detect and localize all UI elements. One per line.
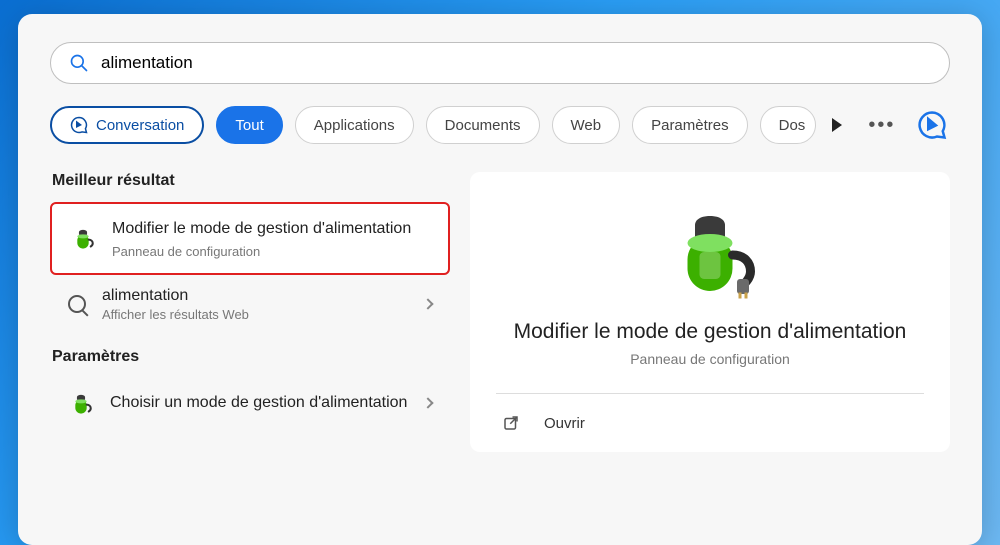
settings-header: Paramètres	[52, 348, 450, 366]
best-result-header: Meilleur résultat	[52, 172, 450, 190]
battery-large-icon	[662, 204, 758, 300]
search-box[interactable]	[50, 42, 950, 84]
best-result-title: Modifier le mode de gestion d'alimentati…	[112, 218, 430, 240]
chevron-right-icon	[422, 397, 433, 408]
preview-title: Modifier le mode de gestion d'alimentati…	[496, 318, 924, 345]
filter-apps[interactable]: Applications	[295, 106, 414, 144]
filter-row: Conversation Tout Applications Documents…	[50, 106, 950, 144]
filter-folders-truncated[interactable]: Dos	[760, 106, 817, 144]
search-result-icon	[68, 295, 86, 313]
search-input[interactable]	[101, 53, 931, 73]
filter-conversation[interactable]: Conversation	[50, 106, 204, 144]
results-column: Meilleur résultat Modifier le mode de ge…	[50, 172, 450, 452]
preview-pane: Modifier le mode de gestion d'alimentati…	[470, 172, 950, 452]
filter-settings[interactable]: Paramètres	[632, 106, 748, 144]
filter-web[interactable]: Web	[552, 106, 621, 144]
search-panel: Conversation Tout Applications Documents…	[18, 14, 982, 545]
bing-button[interactable]	[914, 107, 950, 143]
bing-icon	[917, 110, 947, 140]
more-menu-icon[interactable]: •••	[868, 114, 895, 137]
filter-documents[interactable]: Documents	[426, 106, 540, 144]
open-external-icon	[502, 414, 520, 432]
web-result-subtitle: Afficher les résultats Web	[102, 307, 408, 322]
filter-all[interactable]: Tout	[216, 106, 282, 144]
filter-conversation-label: Conversation	[96, 117, 184, 134]
chevron-right-icon	[422, 298, 433, 309]
open-action[interactable]: Ouvrir	[496, 394, 924, 452]
best-result-subtitle: Panneau de configuration	[112, 244, 430, 259]
settings-result-title: Choisir un mode de gestion d'alimentatio…	[110, 394, 408, 412]
open-label: Ouvrir	[544, 415, 585, 432]
preview-subtitle: Panneau de configuration	[496, 351, 924, 367]
battery-icon	[70, 225, 96, 251]
battery-icon	[68, 390, 94, 416]
web-result-title: alimentation	[102, 287, 408, 305]
scroll-right-icon[interactable]	[832, 118, 842, 132]
best-result-card[interactable]: Modifier le mode de gestion d'alimentati…	[50, 202, 450, 275]
settings-result-row[interactable]: Choisir un mode de gestion d'alimentatio…	[50, 378, 450, 428]
best-result-text: Modifier le mode de gestion d'alimentati…	[112, 218, 430, 259]
bing-chat-icon	[70, 116, 88, 134]
web-result-row[interactable]: alimentation Afficher les résultats Web	[50, 275, 450, 334]
search-icon	[69, 53, 89, 73]
